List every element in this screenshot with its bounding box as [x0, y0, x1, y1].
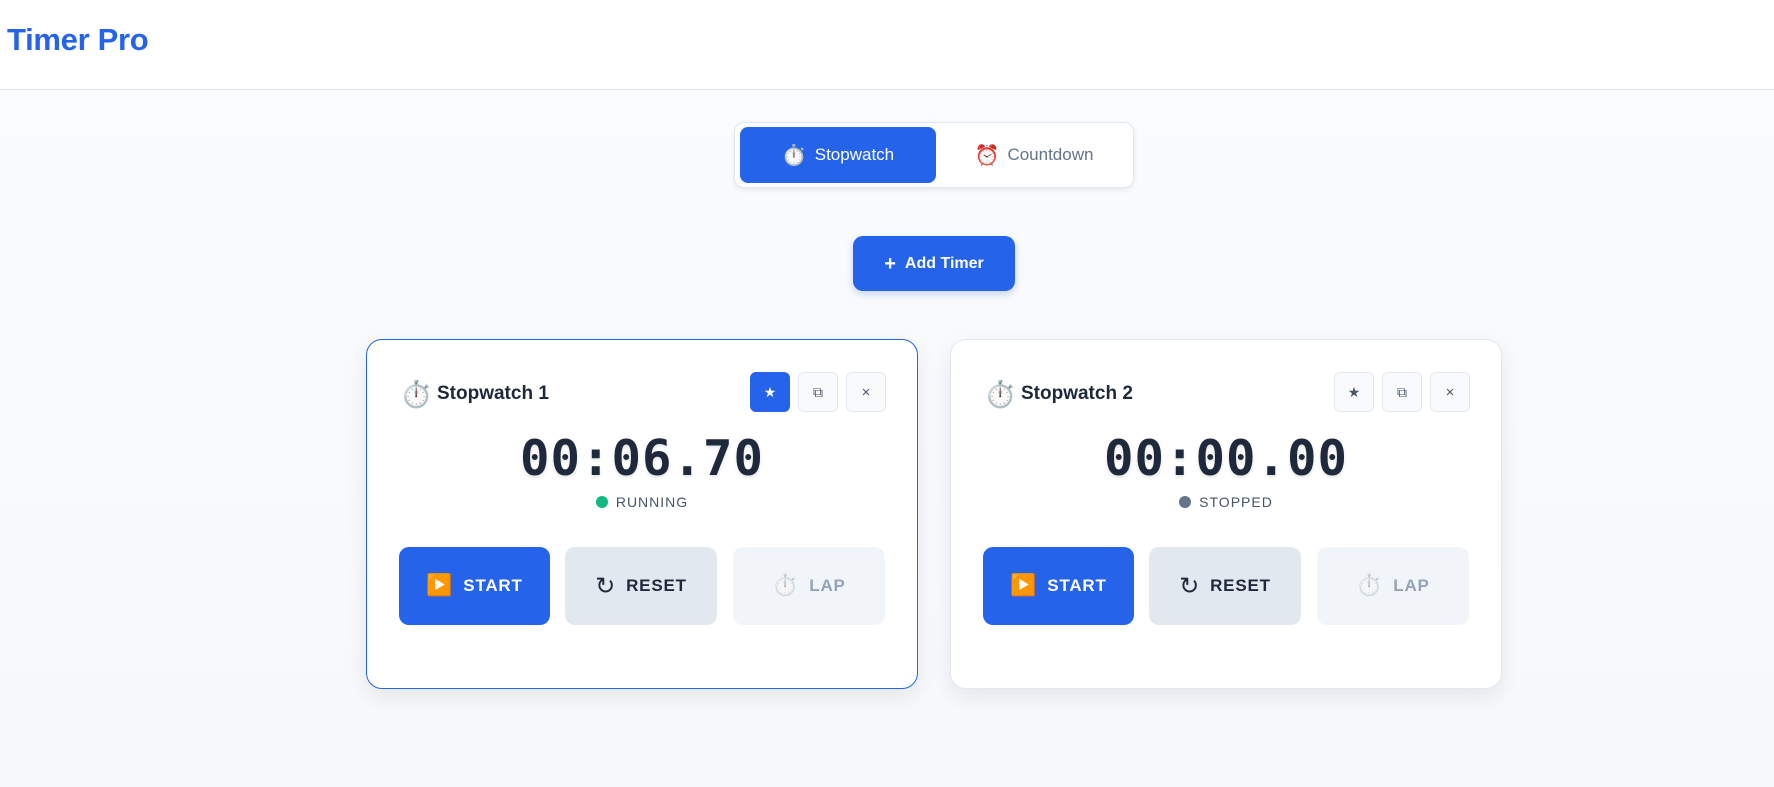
status-indicator: STOPPED — [951, 494, 1501, 510]
reset-label: RESET — [1210, 576, 1271, 595]
timer-card[interactable]: ⏱️ Stopwatch 1 ★ ⧉ × 00:06.70 RUNNING ▶️… — [366, 339, 918, 689]
timer-name: Stopwatch 1 — [437, 383, 549, 404]
star-icon: ★ — [763, 383, 777, 400]
status-dot — [595, 496, 608, 508]
tab-label: Stopwatch — [814, 145, 895, 164]
status-indicator: RUNNING — [367, 494, 917, 510]
time-display: 00:06.70 — [519, 430, 764, 487]
status-dot — [1179, 496, 1192, 508]
close-icon: × — [861, 383, 871, 401]
tab-stopwatch[interactable]: ⏱️ Stopwatch — [740, 127, 936, 183]
lap-label: LAP — [1393, 576, 1430, 595]
delete-button[interactable]: × — [846, 372, 886, 412]
duplicate-button[interactable]: ⧉ — [1382, 372, 1422, 412]
reset-icon: ↻ — [595, 572, 617, 600]
favorite-button[interactable]: ★ — [750, 372, 790, 412]
copy-icon: ⧉ — [813, 383, 823, 400]
stopwatch-icon: ⏱️ — [781, 144, 807, 167]
start-button[interactable]: ▶️ START — [983, 547, 1134, 625]
reset-label: RESET — [626, 576, 687, 595]
tab-label: Countdown — [1007, 145, 1094, 164]
stopwatch-icon: ⏱️ — [1356, 574, 1384, 597]
app-header: Timer Pro — [0, 0, 1774, 90]
timer-card[interactable]: ⏱️ Stopwatch 2 ★ ⧉ × 00:00.00 STOPPED ▶️… — [950, 339, 1502, 689]
reset-button[interactable]: ↻ RESET — [565, 547, 717, 625]
mode-switch: ⏱️ Stopwatch ⏰ Countdown — [734, 122, 1134, 188]
star-icon: ★ — [1347, 383, 1361, 400]
reset-icon: ↻ — [1179, 572, 1201, 600]
start-button[interactable]: ▶️ START — [399, 547, 550, 625]
alarm-clock-icon: ⏰ — [974, 144, 1000, 167]
tab-countdown[interactable]: ⏰ Countdown — [936, 127, 1132, 183]
timer-name: Stopwatch 2 — [1021, 383, 1133, 404]
copy-icon: ⧉ — [1397, 383, 1407, 400]
add-timer-label: Add Timer — [904, 254, 984, 272]
plus-icon: + — [884, 252, 896, 275]
lap-button[interactable]: ⏱️ LAP — [1317, 547, 1469, 625]
add-timer-button[interactable]: + Add Timer — [853, 236, 1015, 291]
stopwatch-icon: ⏱️ — [984, 379, 1017, 409]
close-icon: × — [1445, 383, 1455, 401]
play-icon: ▶️ — [1010, 574, 1038, 597]
stopwatch-icon: ⏱️ — [772, 574, 800, 597]
stopwatch-icon: ⏱️ — [400, 379, 433, 409]
status-label: STOPPED — [1199, 494, 1273, 510]
status-label: RUNNING — [615, 494, 689, 510]
play-icon: ▶️ — [426, 574, 454, 597]
duplicate-button[interactable]: ⧉ — [798, 372, 838, 412]
reset-button[interactable]: ↻ RESET — [1149, 547, 1301, 625]
app-title: Timer Pro — [7, 22, 149, 57]
lap-label: LAP — [809, 576, 846, 595]
delete-button[interactable]: × — [1430, 372, 1470, 412]
favorite-button[interactable]: ★ — [1334, 372, 1374, 412]
start-label: START — [463, 576, 523, 595]
lap-button[interactable]: ⏱️ LAP — [733, 547, 885, 625]
time-display: 00:00.00 — [1103, 430, 1348, 487]
start-label: START — [1047, 576, 1107, 595]
